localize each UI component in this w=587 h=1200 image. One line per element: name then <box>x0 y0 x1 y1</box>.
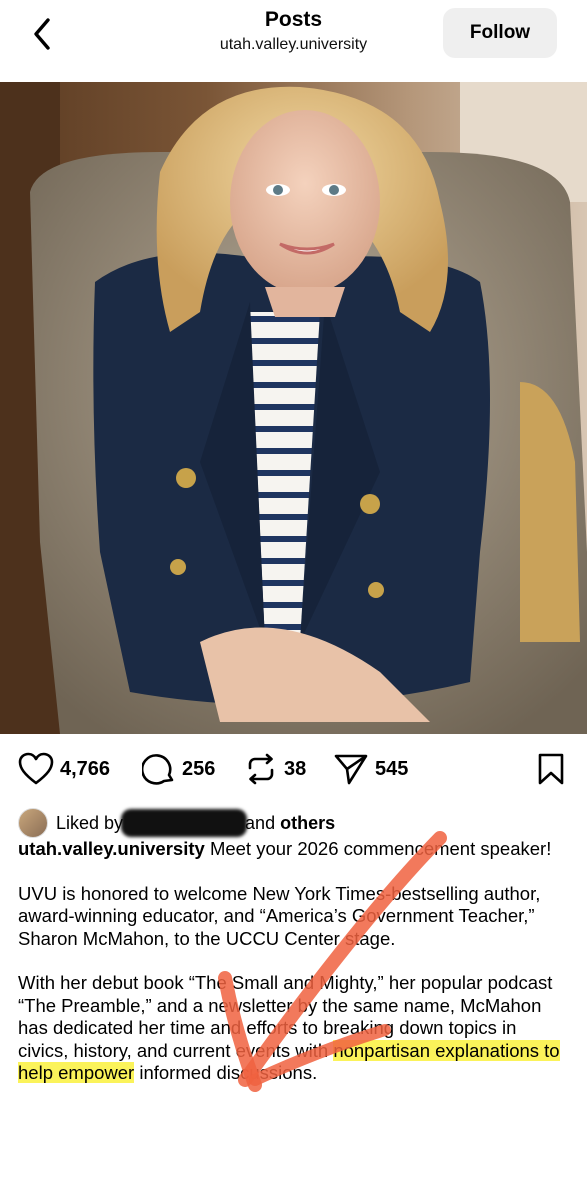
post-action-bar: 4,766 256 38 545 <box>0 748 587 794</box>
post-caption: utah.valley.university Meet your 2026 co… <box>18 838 570 1107</box>
bookmark-button[interactable] <box>536 752 566 786</box>
comment-button[interactable]: 256 <box>142 752 215 786</box>
caption-intro: utah.valley.university Meet your 2026 co… <box>18 838 570 861</box>
comment-count: 256 <box>182 757 216 780</box>
share-icon <box>334 754 368 785</box>
liked-by-prefix: Liked by <box>56 812 124 833</box>
liked-by-and: and <box>245 812 276 833</box>
heart-icon <box>18 752 54 785</box>
caption-paragraph-2: With her debut book “The Small and Might… <box>18 972 570 1085</box>
like-button[interactable]: 4,766 <box>18 752 110 786</box>
portrait-photo <box>0 82 587 734</box>
repost-button[interactable]: 38 <box>244 752 306 786</box>
caption-paragraph-1: UVU is honored to welcome New York Times… <box>18 882 541 949</box>
liked-by-others[interactable]: others <box>280 813 335 834</box>
liked-by-row[interactable]: Liked by and others <box>18 808 335 838</box>
redacted-username <box>121 809 248 837</box>
share-count: 545 <box>375 757 409 780</box>
caption-p2-text-b: informed discussions. <box>134 1062 318 1083</box>
share-button[interactable]: 545 <box>333 752 408 786</box>
post-image[interactable] <box>0 82 587 734</box>
liker-avatar <box>18 808 48 838</box>
comment-icon <box>142 754 174 785</box>
bookmark-icon <box>538 753 564 785</box>
top-bar: Posts utah.valley.university Follow <box>0 0 587 82</box>
like-count: 4,766 <box>60 757 111 780</box>
follow-button[interactable]: Follow <box>443 8 557 58</box>
repost-icon <box>248 753 274 785</box>
caption-username[interactable]: utah.valley.university <box>18 838 205 859</box>
repost-count: 38 <box>284 757 307 780</box>
caption-intro-text: Meet your 2026 commencement speaker! <box>209 838 552 859</box>
